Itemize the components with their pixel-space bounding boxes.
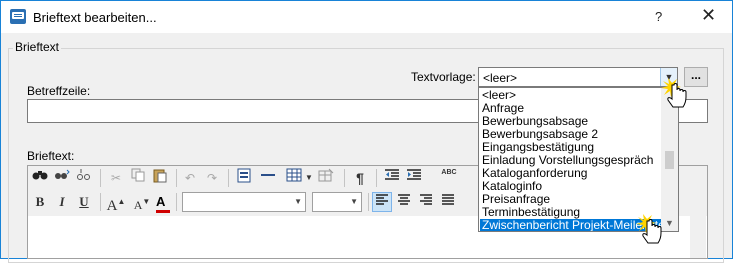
- help-button[interactable]: ?: [655, 9, 662, 24]
- table-icon[interactable]: [284, 168, 304, 188]
- dropdown-option[interactable]: Bewerbungsabsage: [480, 115, 662, 128]
- find-next-icon[interactable]: [74, 168, 94, 188]
- align-left-icon[interactable]: [372, 192, 392, 212]
- grow-font-button[interactable]: A▲: [106, 192, 126, 214]
- decrease-indent-icon[interactable]: [382, 168, 402, 188]
- table-dropdown-icon[interactable]: ▼: [304, 168, 314, 188]
- scrollbar-thumb[interactable]: [665, 151, 674, 169]
- dropdown-option[interactable]: Kataloganforderung: [480, 167, 662, 180]
- table-edit-icon[interactable]: [316, 168, 336, 188]
- dropdown-option[interactable]: Kataloginfo: [480, 180, 662, 193]
- italic-button[interactable]: I: [52, 192, 72, 212]
- show-formatting-icon[interactable]: ¶: [350, 168, 370, 188]
- spellcheck-icon[interactable]: ABC: [438, 167, 460, 187]
- close-button[interactable]: ✕: [701, 5, 716, 26]
- toolbar-separator: [368, 193, 369, 211]
- dropdown-option[interactable]: Einladung Vorstellungsgespräch: [480, 154, 662, 167]
- align-center-icon[interactable]: [394, 192, 414, 212]
- textvorlage-label: Textvorlage:: [411, 70, 476, 84]
- find-replace-icon[interactable]: [52, 168, 72, 188]
- justify-icon[interactable]: [438, 192, 458, 212]
- grow-font-label: A: [106, 198, 118, 214]
- chevron-down-icon[interactable]: ▼: [350, 197, 358, 206]
- window-title: Brieftext bearbeiten...: [33, 10, 157, 25]
- dropdown-option[interactable]: Bewerbungsabsage 2: [480, 128, 662, 141]
- title-bar: Brieftext bearbeiten... ? ✕: [1, 1, 732, 33]
- align-right-icon[interactable]: [416, 192, 436, 212]
- chevron-down-icon[interactable]: ▼: [294, 197, 302, 206]
- dropdown-option[interactable]: Preisanfrage: [480, 193, 662, 206]
- shrink-font-button[interactable]: A▼: [132, 192, 152, 212]
- find-icon[interactable]: [30, 168, 50, 188]
- font-color-button[interactable]: A: [156, 194, 171, 213]
- copy-icon[interactable]: [128, 168, 148, 188]
- underline-button[interactable]: U: [74, 192, 94, 212]
- dropdown-option[interactable]: Anfrage: [480, 102, 662, 115]
- textvorlage-dropdown-list[interactable]: <leer> Anfrage Bewerbungsabsage Bewerbun…: [478, 87, 679, 232]
- dropdown-option[interactable]: Eingangsbestätigung: [480, 141, 662, 154]
- group-label: Brieftext: [13, 40, 62, 54]
- toolbar-separator: [344, 169, 345, 187]
- textvorlage-select[interactable]: <leer> ▼: [478, 67, 678, 87]
- bold-button[interactable]: B: [30, 192, 50, 212]
- abc-label: ABC: [441, 169, 457, 176]
- brieftext-label: Brieftext:: [27, 149, 75, 163]
- scroll-down-icon[interactable]: ▼: [665, 218, 674, 228]
- font-size-select[interactable]: ▼: [312, 192, 362, 212]
- hand-cursor-icon: [636, 214, 662, 244]
- toolbar-separator: [100, 169, 101, 187]
- paste-icon[interactable]: [150, 168, 170, 188]
- toolbar-separator: [100, 193, 101, 211]
- toolbar-separator: [228, 169, 229, 187]
- textvorlage-value: <leer>: [483, 71, 518, 85]
- toolbar-separator: [176, 169, 177, 187]
- betreff-label: Betreffzeile:: [27, 84, 91, 98]
- increase-indent-icon[interactable]: [404, 168, 424, 188]
- toolbar-separator: [376, 169, 377, 187]
- insert-field-icon[interactable]: [234, 168, 254, 188]
- toolbar-separator: [176, 193, 177, 211]
- redo-icon[interactable]: ↷: [202, 168, 222, 188]
- editor-scrollbar[interactable]: [690, 216, 706, 258]
- hand-cursor-icon: [661, 78, 687, 108]
- font-name-select[interactable]: ▼: [182, 192, 306, 212]
- horizontal-line-icon[interactable]: [258, 168, 278, 188]
- app-icon: [10, 9, 26, 24]
- dropdown-option[interactable]: <leer>: [480, 89, 662, 102]
- cut-icon[interactable]: ✂: [106, 168, 126, 188]
- undo-icon[interactable]: ↶: [180, 168, 200, 188]
